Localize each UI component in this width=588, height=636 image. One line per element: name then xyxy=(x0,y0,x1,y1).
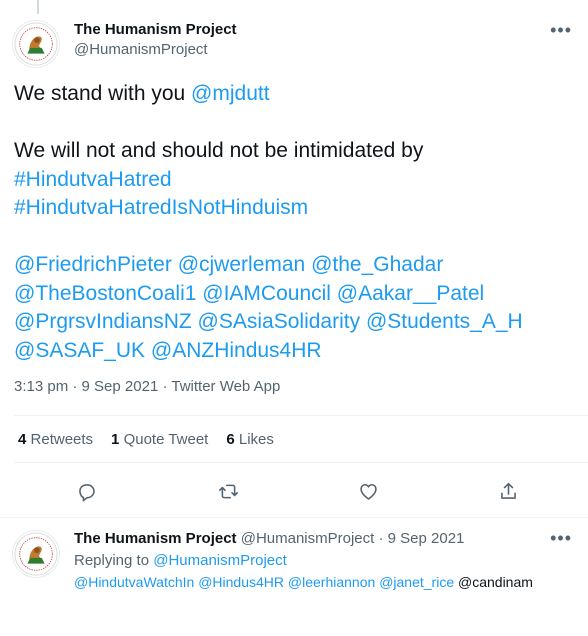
tweet-time[interactable]: 3:13 pm xyxy=(14,378,68,395)
retweet-icon xyxy=(218,484,238,498)
mention-link[interactable]: @Aakar__Patel xyxy=(337,282,484,305)
author-name[interactable]: The Humanism Project xyxy=(74,21,237,38)
mentions-row: @PrgrsvIndiansNZ @SAsiaSolidarity @Stude… xyxy=(14,308,579,337)
reply-button[interactable] xyxy=(72,477,100,505)
mentions-row: @SASAF_UK @ANZHindus4HR xyxy=(14,337,579,366)
reply-date[interactable]: 9 Sep 2021 xyxy=(388,530,465,547)
more-icon[interactable]: ••• xyxy=(550,20,572,41)
tweet-stats: 4 Retweets 1 Quote Tweet 6 Likes xyxy=(18,431,274,448)
humanism-project-logo xyxy=(14,22,58,66)
divider xyxy=(14,462,588,463)
mention-link[interactable]: @TheBostonCoali1 xyxy=(14,282,196,305)
reply-trailing-text: @candinam xyxy=(458,574,533,590)
like-button[interactable] xyxy=(354,477,382,505)
mention-link[interactable]: @mjdutt xyxy=(191,82,270,105)
humanism-project-logo xyxy=(14,532,58,576)
mention-link[interactable]: @the_Ghadar xyxy=(311,253,443,276)
tweet-line-2: We will not and should not be intimidate… xyxy=(14,139,424,162)
tweet-source[interactable]: Twitter Web App xyxy=(171,378,280,395)
tweet-meta: 3:13 pm · 9 Sep 2021 · Twitter Web App xyxy=(14,378,281,395)
quote-tweets-stat[interactable]: 1 Quote Tweet xyxy=(111,431,208,448)
retweet-button[interactable] xyxy=(214,477,242,505)
author-avatar[interactable] xyxy=(12,20,60,68)
divider xyxy=(0,517,588,518)
mention-link[interactable]: @FriedrichPieter xyxy=(14,253,172,276)
reply-body: @HindutvaWatchIn @Hindus4HR @leerhiannon… xyxy=(74,574,533,590)
more-icon[interactable]: ••• xyxy=(550,528,572,549)
mention-link[interactable]: @SAsiaSolidarity xyxy=(198,310,361,333)
reply-author-handle[interactable]: @HumanismProject xyxy=(241,530,375,547)
action-bar xyxy=(0,477,588,505)
share-button[interactable] xyxy=(494,477,522,505)
mention-link[interactable]: @ANZHindus4HR xyxy=(151,339,322,362)
mention-link[interactable]: @Students_A_H xyxy=(366,310,523,333)
replying-to-handle[interactable]: @HumanismProject xyxy=(153,552,287,569)
hashtag-link[interactable]: #HindutvaHatredIsNotHinduism xyxy=(14,194,579,223)
thread-connector-line xyxy=(37,0,39,14)
mention-link[interactable]: @cjwerleman xyxy=(178,253,306,276)
tweet-line-1: We stand with you @mjdutt xyxy=(14,80,579,109)
divider xyxy=(14,415,588,416)
retweets-stat[interactable]: 4 Retweets xyxy=(18,431,93,448)
mention-link[interactable]: @PrgrsvIndiansNZ xyxy=(14,310,192,333)
replying-to-label: Replying to xyxy=(74,552,150,569)
tweet-date[interactable]: 9 Sep 2021 xyxy=(82,378,159,395)
reply-header: The Humanism Project @HumanismProject · … xyxy=(74,530,465,547)
reply-icon xyxy=(78,483,95,501)
hashtag-link[interactable]: #HindutvaHatred xyxy=(14,166,579,195)
mention-link[interactable]: @SASAF_UK xyxy=(14,339,145,362)
mention-link[interactable]: @IAMCouncil xyxy=(202,282,331,305)
author-handle[interactable]: @HumanismProject xyxy=(74,41,208,58)
replying-to: Replying to @HumanismProject xyxy=(74,552,287,569)
mentions-row: @TheBostonCoali1 @IAMCouncil @Aakar__Pat… xyxy=(14,280,579,309)
tweet-body: We stand with you @mjdutt We will not an… xyxy=(14,80,579,365)
tweet-intro-text: We stand with you xyxy=(14,82,192,105)
reply-author-name[interactable]: The Humanism Project xyxy=(74,530,237,547)
likes-stat[interactable]: 6 Likes xyxy=(226,431,274,448)
mention-link[interactable]: @leerhiannon xyxy=(288,574,375,590)
mention-link[interactable]: @janet_rice xyxy=(379,574,454,590)
mentions-row: @FriedrichPieter @cjwerleman @the_Ghadar xyxy=(14,251,579,280)
mention-link[interactable]: @HindutvaWatchIn xyxy=(74,574,194,590)
share-icon xyxy=(500,482,516,499)
reply-author-avatar[interactable] xyxy=(12,530,60,578)
heart-icon xyxy=(359,483,377,500)
mention-link[interactable]: @Hindus4HR xyxy=(198,574,284,590)
